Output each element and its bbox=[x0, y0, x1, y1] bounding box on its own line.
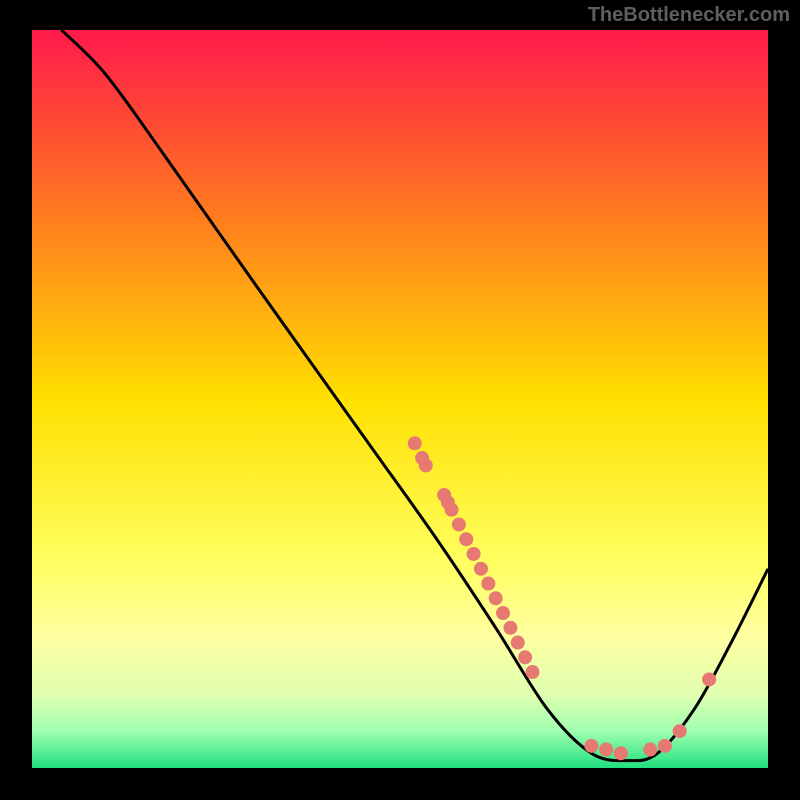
data-point bbox=[489, 591, 503, 605]
data-point bbox=[503, 621, 517, 635]
data-point bbox=[702, 672, 716, 686]
data-point bbox=[474, 562, 488, 576]
data-point bbox=[419, 458, 433, 472]
data-point bbox=[643, 743, 657, 757]
data-point bbox=[614, 746, 628, 760]
data-point bbox=[452, 517, 466, 531]
watermark-text: TheBottlenecker.com bbox=[588, 4, 790, 27]
data-point bbox=[481, 577, 495, 591]
data-point bbox=[584, 739, 598, 753]
data-point bbox=[525, 665, 539, 679]
data-point bbox=[518, 650, 532, 664]
chart-svg bbox=[32, 30, 768, 768]
data-point bbox=[459, 532, 473, 546]
data-point bbox=[467, 547, 481, 561]
data-point bbox=[408, 436, 422, 450]
data-point bbox=[673, 724, 687, 738]
data-point bbox=[511, 636, 525, 650]
data-point bbox=[496, 606, 510, 620]
data-point bbox=[599, 743, 613, 757]
chart-area bbox=[32, 30, 768, 768]
data-point bbox=[445, 503, 459, 517]
data-point bbox=[658, 739, 672, 753]
gradient-background bbox=[32, 30, 768, 768]
